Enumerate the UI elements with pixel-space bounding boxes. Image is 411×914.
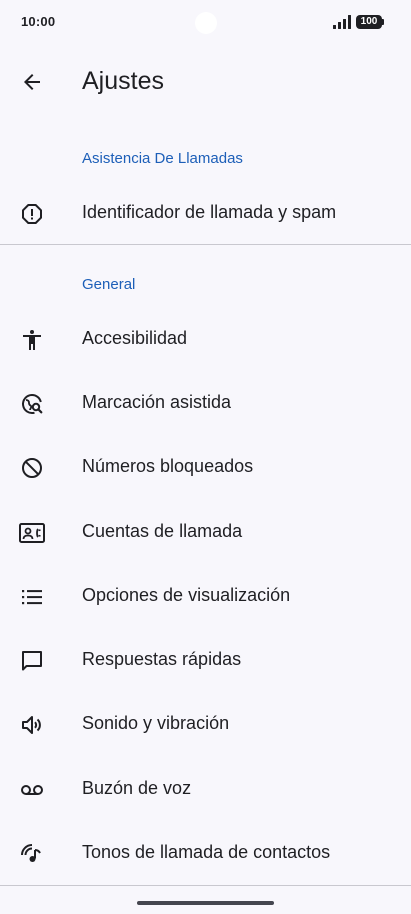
section-header-call-assist: Asistencia De Llamadas <box>82 150 243 167</box>
settings-item-label: Tonos de llamada de contactos <box>82 842 331 862</box>
settings-item-caller-id-spam[interactable]: Identificador de llamada y spam <box>0 181 411 245</box>
arrow-back-icon <box>20 70 44 94</box>
camera-cutout <box>195 12 217 34</box>
voicemail-icon <box>19 777 45 803</box>
list-icon <box>19 584 45 610</box>
settings-item-label: Buzón de voz <box>82 778 192 798</box>
settings-item-label: Cuentas de llamada <box>82 521 243 541</box>
battery-tip <box>382 19 384 25</box>
page-title: Ajustes <box>82 67 164 95</box>
chat-bubble-icon <box>19 648 45 674</box>
navigation-gesture-bar[interactable] <box>137 901 274 905</box>
back-button[interactable] <box>8 58 56 106</box>
settings-item-label: Accesibilidad <box>82 328 188 348</box>
settings-item-label: Números bloqueados <box>82 456 254 476</box>
settings-item-label: Identificador de llamada y spam <box>82 202 337 222</box>
section-header-general: General <box>82 276 136 293</box>
section-divider <box>0 244 411 245</box>
globe-search-icon <box>19 391 45 417</box>
battery-icon: 100 <box>356 15 382 29</box>
settings-item-assisted-dialing[interactable]: Marcación asistida <box>0 371 411 435</box>
block-icon <box>19 455 45 481</box>
signal-icon <box>333 15 351 29</box>
status-bar: 10:00 100 <box>0 0 411 46</box>
alert-octagon-icon <box>19 201 45 227</box>
settings-item-sound-vibration[interactable]: Sonido y vibración <box>0 692 411 756</box>
top-app-bar: Ajustes <box>0 50 411 114</box>
settings-item-accessibility[interactable]: Accesibilidad <box>0 307 411 371</box>
contact-phone-icon <box>19 520 45 546</box>
settings-item-voicemail[interactable]: Buzón de voz <box>0 757 411 821</box>
settings-item-label: Respuestas rápidas <box>82 649 242 669</box>
settings-item-blocked-numbers[interactable]: Números bloqueados <box>0 435 411 499</box>
settings-item-label: Opciones de visualización <box>82 585 291 605</box>
ringtone-icon <box>19 841 45 867</box>
settings-item-quick-responses[interactable]: Respuestas rápidas <box>0 628 411 692</box>
status-time: 10:00 <box>21 14 56 29</box>
settings-item-label: Marcación asistida <box>82 392 232 412</box>
settings-item-display-options[interactable]: Opciones de visualización <box>0 564 411 628</box>
settings-item-calling-accounts[interactable]: Cuentas de llamada <box>0 500 411 564</box>
accessibility-icon <box>19 327 45 353</box>
bottom-divider <box>0 885 411 886</box>
volume-icon <box>19 712 45 738</box>
settings-item-contact-ringtones[interactable]: Tonos de llamada de contactos <box>0 821 411 885</box>
settings-item-label: Sonido y vibración <box>82 713 230 733</box>
